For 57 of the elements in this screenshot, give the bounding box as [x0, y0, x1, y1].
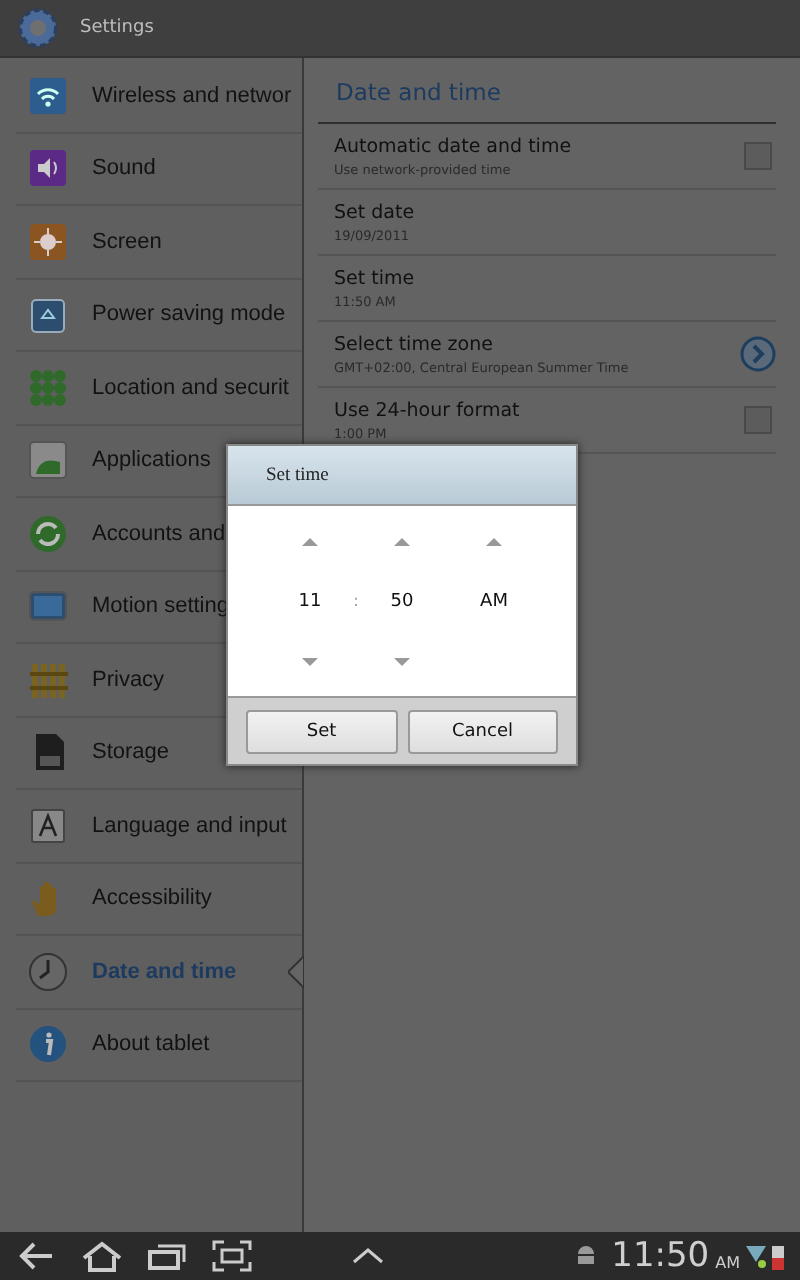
speaker-icon [28, 148, 68, 189]
picker-value[interactable]: 11 [298, 591, 322, 611]
tablet-icon [28, 586, 68, 627]
gear-icon [16, 6, 60, 50]
cancel-button[interactable]: Cancel [407, 709, 558, 753]
time-separator: : [351, 592, 361, 610]
menu-item[interactable]: Sound [92, 156, 156, 181]
picker-value[interactable]: AM [480, 591, 508, 611]
setting-title[interactable]: Set time [334, 267, 776, 289]
clock-time: 11:50 [611, 1236, 710, 1276]
menu-item[interactable]: About tablet [92, 1032, 210, 1057]
back-icon[interactable] [16, 1240, 56, 1272]
menu-item[interactable]: Storage [92, 740, 170, 765]
recent-apps-icon[interactable] [148, 1240, 188, 1272]
app-title: Settings [80, 18, 154, 38]
chevron-icon[interactable] [740, 336, 776, 372]
down-arrow-icon[interactable] [394, 657, 410, 667]
menu-item[interactable]: Power saving mode [92, 302, 286, 327]
menu-item[interactable]: Language and input [92, 813, 287, 838]
up-arrow-icon[interactable] [486, 535, 502, 545]
screenshot-icon[interactable] [212, 1240, 252, 1272]
wifi-signal-icon [746, 1244, 766, 1268]
set-button[interactable]: Set [246, 709, 397, 753]
menu-item[interactable]: Motion setting [92, 594, 229, 619]
dialog-title: Set time [228, 446, 576, 506]
picker-value[interactable]: 50 [390, 591, 414, 611]
battery-icon [772, 1243, 784, 1269]
letter-key-icon [28, 805, 68, 846]
grid-icon [28, 367, 68, 408]
menu-item[interactable]: Wireless and networ [92, 83, 292, 108]
up-caret-icon[interactable] [352, 1248, 384, 1264]
wifi-icon [28, 75, 68, 116]
setting-title[interactable]: Select time zone [334, 333, 740, 355]
menu-item[interactable]: Privacy [92, 667, 165, 692]
menu-item[interactable]: Applications [92, 448, 211, 473]
sun-icon [28, 221, 68, 262]
sync-icon [28, 513, 68, 554]
menu-item[interactable]: Screen [92, 229, 162, 254]
menu-item[interactable]: Date and time [92, 959, 237, 984]
section-title: Date and time [318, 58, 776, 124]
up-arrow-icon[interactable] [302, 535, 318, 545]
fence-icon [28, 659, 68, 700]
setting-title[interactable]: Set date [334, 201, 776, 223]
clock-meridiem: AM [715, 1253, 740, 1271]
apps-icon [28, 440, 68, 481]
setting-title[interactable]: Automatic date and time [334, 135, 744, 157]
menu-item[interactable]: Location and securit [92, 375, 289, 400]
clock-icon [28, 951, 68, 992]
home-icon[interactable] [80, 1240, 124, 1272]
checkbox[interactable] [744, 142, 772, 170]
setting-title[interactable]: Use 24-hour format [334, 399, 744, 421]
up-arrow-icon[interactable] [394, 535, 410, 545]
checkbox[interactable] [744, 406, 772, 434]
info-icon [28, 1024, 68, 1065]
menu-item[interactable]: Accounts and [92, 521, 226, 546]
menu-item[interactable]: Accessibility [92, 886, 212, 911]
down-arrow-icon[interactable] [302, 657, 318, 667]
